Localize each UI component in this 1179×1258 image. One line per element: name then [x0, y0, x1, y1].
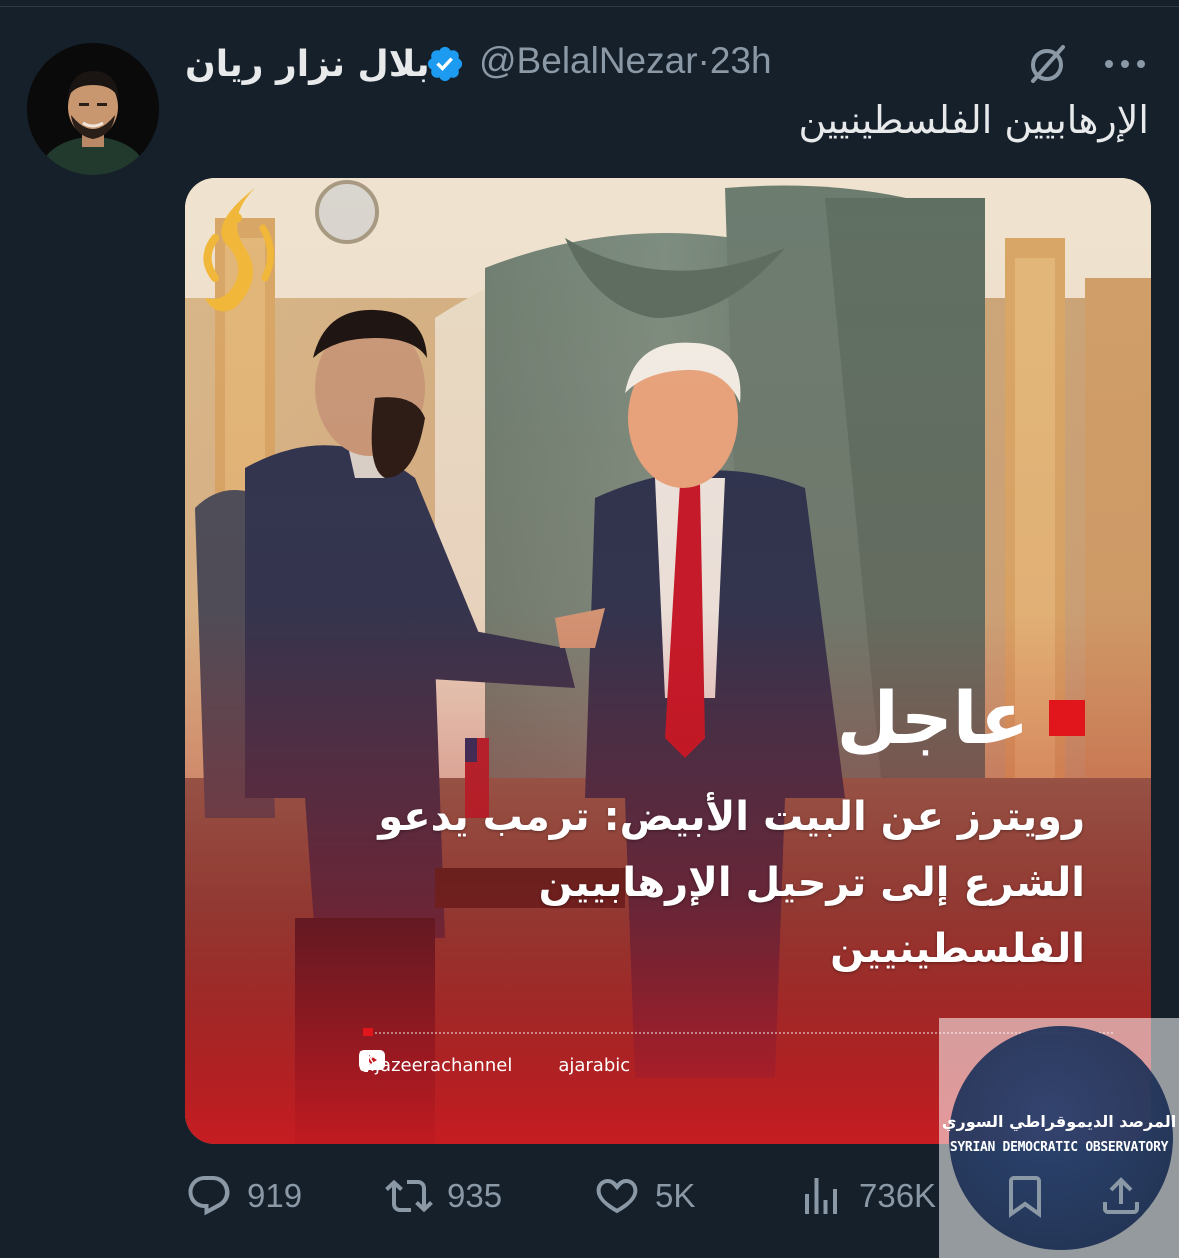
x-handle: ajarabic [558, 1054, 631, 1076]
avatar-photo [27, 43, 159, 175]
bookmark-icon [1009, 1176, 1041, 1218]
views-count: 736K [859, 1177, 937, 1214]
headline: رويترز عن البيت الأبيض: ترمب يدعو الشرع … [325, 784, 1085, 982]
reply-icon [188, 1176, 230, 1216]
tweet-text: الإرهابيين الفلسطينيين [798, 98, 1149, 142]
heart-icon [596, 1178, 638, 1214]
social-handles: aljazeerachannel ajarabic [359, 1050, 630, 1080]
like-button[interactable]: 5K [593, 1168, 695, 1224]
x-logo-icon [359, 1051, 379, 1069]
repost-icon [385, 1179, 433, 1213]
display-name[interactable]: بلال نزار ريان [185, 44, 430, 85]
avatar[interactable] [27, 43, 159, 175]
share-icon [1103, 1177, 1139, 1214]
bookmark-button[interactable] [1001, 1168, 1049, 1224]
reply-button[interactable]: 919 [185, 1168, 302, 1224]
headline-line: الشرع إلى ترحيل الإرهابيين [538, 860, 1085, 906]
tweet-header: بلال نزار ريان @BelalNezar·23h [185, 38, 1150, 90]
share-button[interactable] [1097, 1168, 1145, 1224]
handle-time[interactable]: @BelalNezar·23h [479, 40, 772, 82]
timestamp[interactable]: 23h [710, 40, 772, 81]
grok-icon[interactable] [1023, 40, 1071, 88]
watermark-english: SYRIAN DEMOCRATIC OBSERVATORY [949, 1140, 1169, 1155]
views-icon [805, 1178, 837, 1214]
news-photo [185, 178, 1151, 1144]
like-count: 5K [655, 1177, 696, 1214]
breaking-badge: عاجل [837, 675, 1085, 761]
more-icon[interactable] [1101, 52, 1149, 76]
repost-button[interactable]: 935 [385, 1168, 502, 1224]
views-button[interactable]: 736K [797, 1168, 936, 1224]
reply-count: 919 [247, 1177, 303, 1214]
verified-badge-icon[interactable] [425, 44, 465, 84]
action-bar: 919 935 5K 736K [185, 1168, 1155, 1224]
badge-square [1049, 700, 1085, 736]
handle[interactable]: @BelalNezar [479, 40, 698, 81]
divider-accent [363, 1028, 373, 1036]
separator: · [697, 40, 710, 81]
headline-line: رويترز عن البيت الأبيض: ترمب يدعو [378, 794, 1085, 840]
badge-text: عاجل [836, 676, 1029, 760]
tweet-media[interactable]: عاجل رويترز عن البيت الأبيض: ترمب يدعو ا… [185, 178, 1151, 1144]
aljazeera-logo [203, 188, 274, 312]
watermark-arabic: المرصد الديموقراطي السوري [941, 1112, 1177, 1131]
top-divider [0, 6, 1179, 7]
headline-line: الفلسطينيين [830, 926, 1085, 972]
repost-count: 935 [447, 1177, 503, 1214]
